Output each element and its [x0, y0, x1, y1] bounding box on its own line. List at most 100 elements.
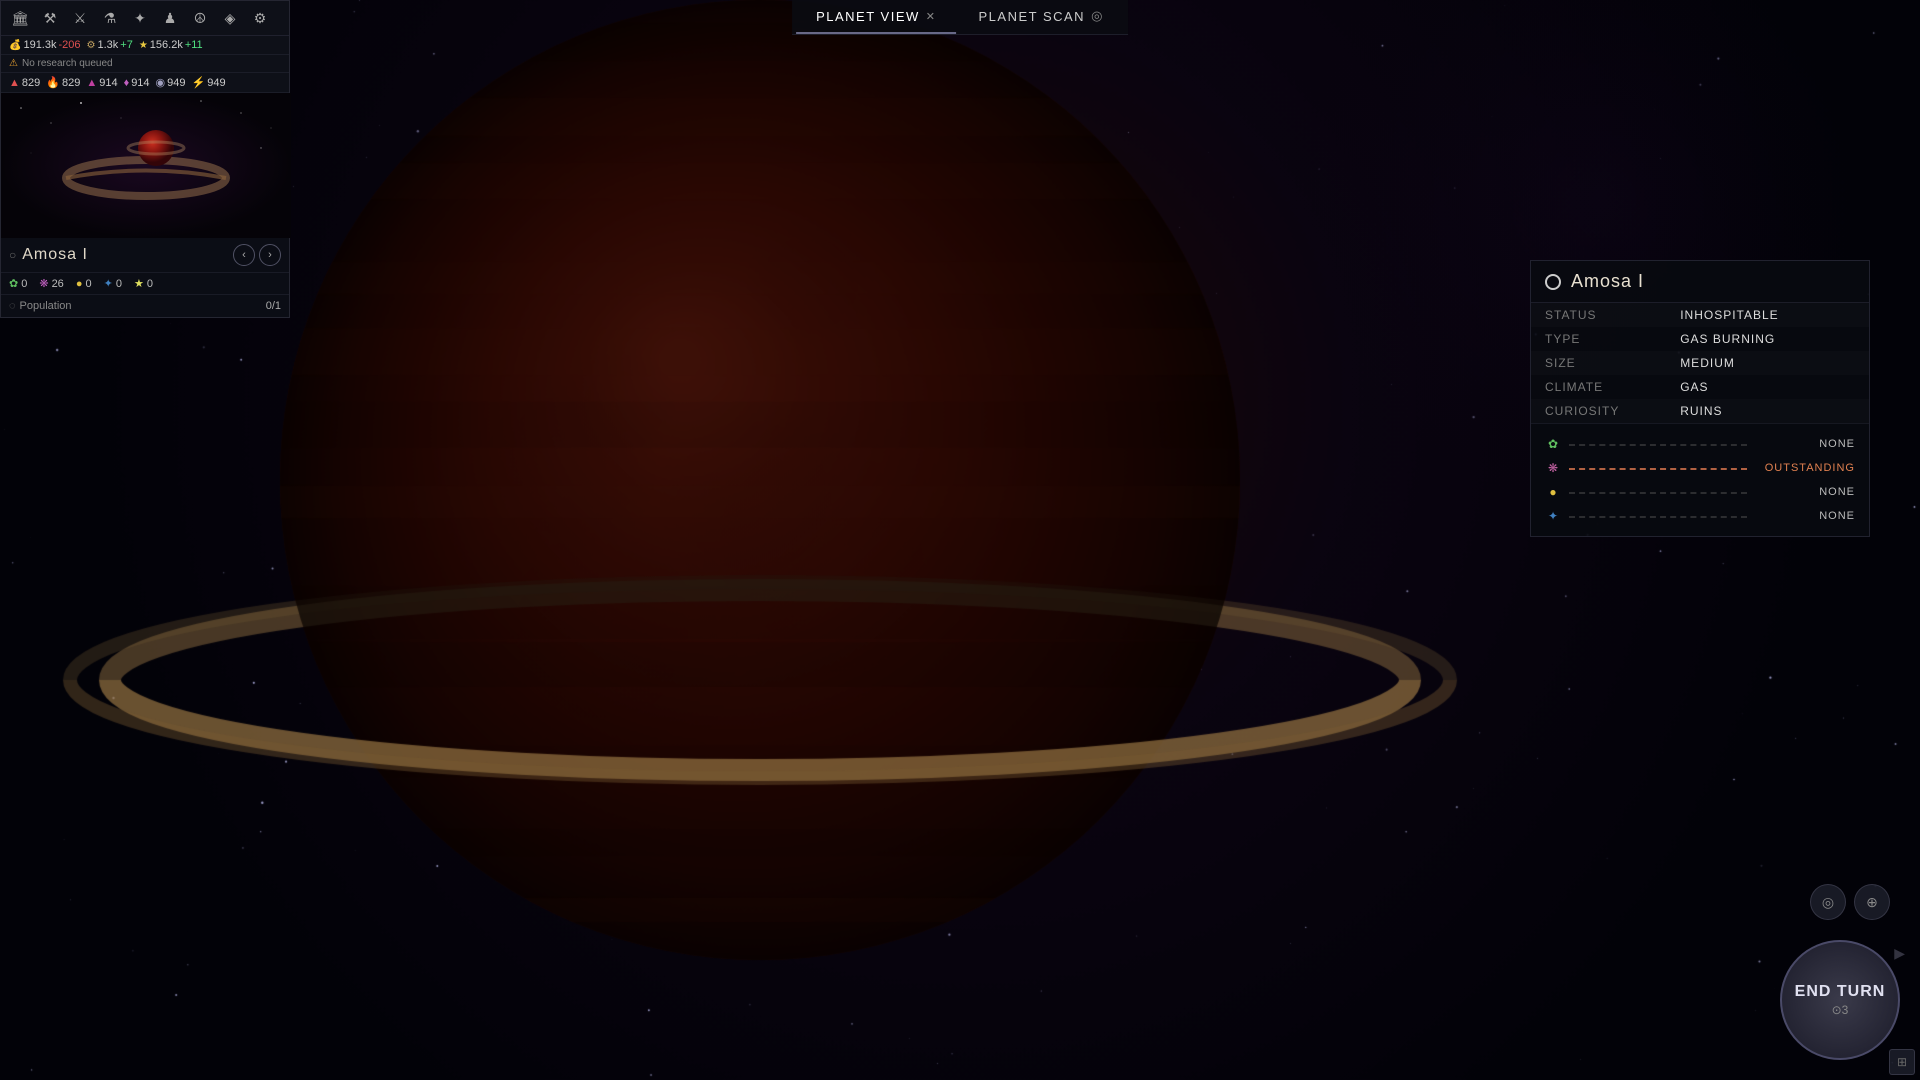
manpower-bar-track [1569, 515, 1747, 518]
approval-resource-item: ★ 0 [134, 277, 153, 290]
population-value: 0/1 [266, 300, 281, 312]
food-bar-icon: ✿ [1545, 436, 1561, 452]
manpower-bar-fill [1569, 515, 1747, 518]
gold-bar-label: NONE [1755, 486, 1855, 498]
planet-thumbnail [1, 93, 291, 238]
manpower-bar-row: ✦ NONE [1531, 504, 1869, 528]
stat-red1: ▲ 829 [9, 77, 40, 89]
food-bar-track [1569, 443, 1747, 446]
stat-fire: 🔥 829 [46, 76, 80, 89]
end-turn-label: END TURN [1795, 983, 1886, 1001]
research-flask-icon[interactable]: ⚗ [97, 5, 123, 31]
stat-red2: ▲ 914 [86, 77, 117, 89]
population-row: ◌ Population 0/1 [1, 295, 289, 317]
research-warning-icon: ⚠ [9, 58, 18, 69]
options-icon[interactable]: ⚙ [247, 5, 273, 31]
curiosity-key: CURIOSITY [1531, 399, 1666, 423]
influence-bar-track [1569, 467, 1747, 470]
climate-key: CLIMATE [1531, 375, 1666, 399]
colony-icon[interactable]: 🏛 [7, 5, 33, 31]
table-row: STATUS INHOSPITABLE [1531, 303, 1869, 327]
gold-resource-item: ● 0 [76, 278, 92, 290]
dust-icon: 💰 [9, 40, 21, 51]
planet-info-title-row: Amosa I [1531, 261, 1869, 303]
units-icon[interactable]: ⚔ [67, 5, 93, 31]
type-key: TYPE [1531, 327, 1666, 351]
map-nav-button-2[interactable]: ⊕ [1854, 884, 1890, 920]
science-resource: ★ 156.2k +11 [139, 39, 203, 51]
ships-icon[interactable]: ✦ [127, 5, 153, 31]
food-bar-row: ✿ NONE [1531, 432, 1869, 456]
stat-fire-icon: 🔥 [46, 76, 60, 89]
heroes-icon[interactable]: ♟ [157, 5, 183, 31]
resource-row: 💰 191.3k -206 ⚙ 1.3k +7 ★ 156.2k +11 [1, 36, 289, 55]
stat-lightning-icon: ⚡ [192, 76, 206, 89]
minimap-icon[interactable]: ⊞ [1889, 1049, 1915, 1075]
manpower-icon: ✦ [104, 277, 113, 290]
research-status: No research queued [22, 58, 113, 69]
influence-bar-icon: ❋ [1545, 460, 1561, 476]
stat-white-icon: ◉ [156, 76, 166, 89]
empire-icon[interactable]: ◈ [217, 5, 243, 31]
planet-view-tab-label: PLANET VIEW [816, 9, 920, 24]
resource-bars-section: ✿ NONE ❋ OUTSTANDING ● NONE ✦ [1531, 423, 1869, 536]
planet-scan-icon: ◎ [1091, 8, 1104, 24]
influence-bar-fill [1569, 467, 1747, 470]
nav-right-arrow[interactable]: ▶ [1894, 945, 1905, 962]
food-bar-label: NONE [1755, 438, 1855, 450]
table-row: CLIMATE GAS [1531, 375, 1869, 399]
next-planet-button[interactable]: › [259, 244, 281, 266]
map-nav-button-1[interactable]: ◎ [1810, 884, 1846, 920]
planet-name-display: ○ Amosa I [9, 246, 88, 264]
manpower-bar-icon: ✦ [1545, 508, 1561, 524]
food-icon: ✿ [9, 277, 18, 290]
gold-bar-fill [1569, 491, 1747, 494]
influence-resource-item: ❋ 26 [39, 277, 63, 290]
planet-info-name: Amosa I [1571, 271, 1644, 292]
planet-scan-tab[interactable]: PLANET SCAN ◎ [958, 0, 1123, 34]
end-turn-sub: ⊙3 [1832, 1003, 1849, 1017]
buildings-icon[interactable]: ⚒ [37, 5, 63, 31]
stat-pink-icon: ♦ [124, 77, 130, 89]
gold-icon: ● [76, 278, 83, 290]
planet-resources-row: ✿ 0 ❋ 26 ● 0 ✦ 0 ★ 0 [1, 273, 289, 295]
planet-nav-arrows: ‹ › [233, 244, 281, 266]
industry-resource: ⚙ 1.3k +7 [87, 39, 133, 51]
center-tabs: PLANET VIEW ✕ PLANET SCAN ◎ [792, 0, 1128, 35]
manpower-bar-label: NONE [1755, 510, 1855, 522]
gold-bar-track [1569, 491, 1747, 494]
influence-icon: ❋ [39, 277, 48, 290]
stat-white: ◉ 949 [156, 76, 186, 89]
size-value: MEDIUM [1666, 351, 1869, 375]
gold-bar-icon: ● [1545, 484, 1561, 500]
planet-view-tab-close[interactable]: ✕ [926, 10, 937, 23]
left-panel: 🏛 ⚒ ⚔ ⚗ ✦ ♟ ☮ ◈ ⚙ 💰 191.3k -206 ⚙ 1.3k +… [0, 0, 290, 318]
size-key: SIZE [1531, 351, 1666, 375]
status-key: STATUS [1531, 303, 1666, 327]
stat-yellow: ⚡ 949 [192, 76, 226, 89]
approval-icon: ★ [134, 277, 144, 290]
manpower-resource-item: ✦ 0 [104, 277, 122, 290]
planet-info-panel: Amosa I STATUS INHOSPITABLE TYPE GAS BUR… [1530, 260, 1870, 537]
type-value: GAS BURNING [1666, 327, 1869, 351]
table-row: SIZE MEDIUM [1531, 351, 1869, 375]
diplomacy-icon[interactable]: ☮ [187, 5, 213, 31]
planet-info-table: STATUS INHOSPITABLE TYPE GAS BURNING SIZ… [1531, 303, 1869, 423]
planet-name-row: ○ Amosa I ‹ › [1, 238, 289, 273]
planet-name-text: Amosa I [22, 246, 88, 264]
prev-planet-button[interactable]: ‹ [233, 244, 255, 266]
influence-bar-row: ❋ OUTSTANDING [1531, 456, 1869, 480]
planet-thumb-svg [1, 93, 291, 238]
climate-value: GAS [1666, 375, 1869, 399]
planet-type-icon: ○ [9, 248, 16, 262]
research-row[interactable]: ⚠ No research queued [1, 55, 289, 73]
bottom-right-nav: ◎ ⊕ [1810, 884, 1890, 920]
stat-mantle-icon: ▲ [86, 77, 97, 89]
gold-bar-row: ● NONE [1531, 480, 1869, 504]
table-row: CURIOSITY RUINS [1531, 399, 1869, 423]
planet-view-tab[interactable]: PLANET VIEW ✕ [796, 0, 956, 34]
population-label: ◌ Population [9, 300, 72, 312]
curiosity-value: RUINS [1666, 399, 1869, 423]
end-turn-button[interactable]: END TURN ⊙3 [1780, 940, 1900, 1060]
status-value: INHOSPITABLE [1666, 303, 1869, 327]
